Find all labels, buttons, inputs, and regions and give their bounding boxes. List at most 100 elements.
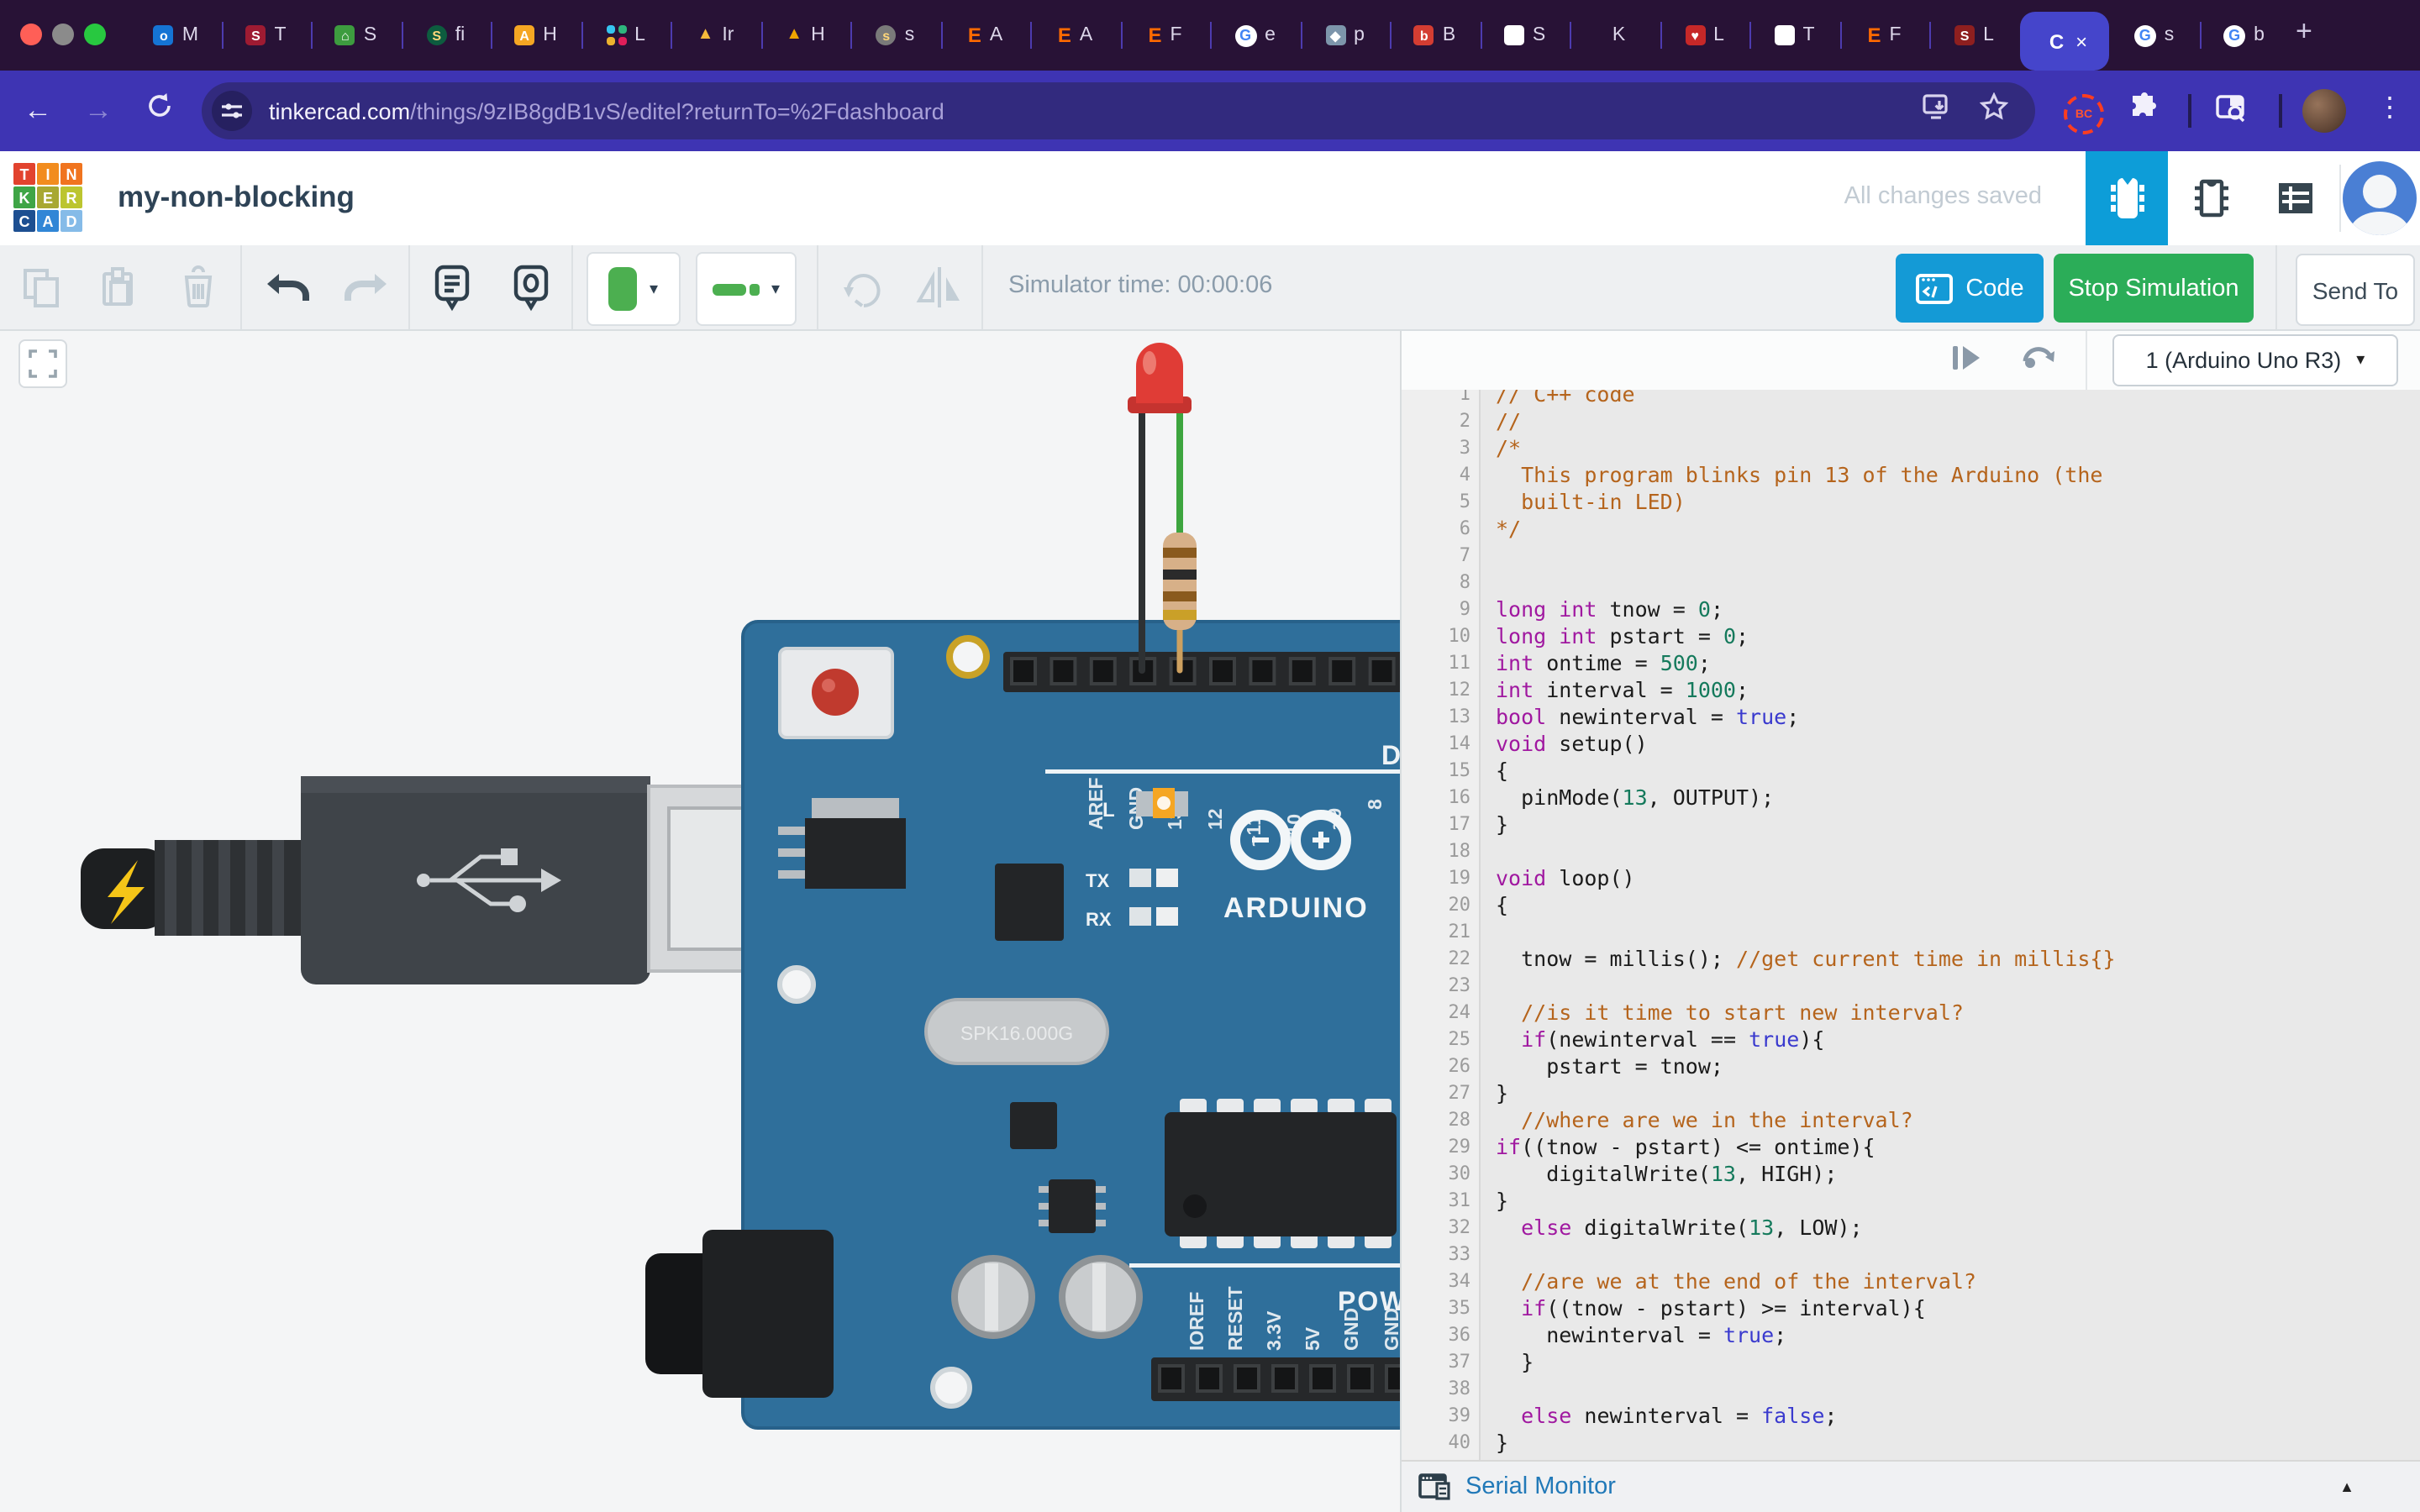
code-line-2[interactable]: 2// bbox=[1402, 408, 2420, 435]
code-line-18[interactable]: 18 bbox=[1402, 838, 2420, 865]
browser-tab-9[interactable]: EA bbox=[940, 0, 1030, 71]
step-button[interactable] bbox=[1948, 341, 1988, 378]
forward-button[interactable]: → bbox=[84, 91, 113, 131]
code-line-30[interactable]: 30 digitalWrite(13, HIGH); bbox=[1402, 1161, 2420, 1188]
extensions-puzzle-icon[interactable] bbox=[2128, 92, 2161, 134]
code-line-31[interactable]: 31} bbox=[1402, 1188, 2420, 1215]
component-labels-button[interactable] bbox=[506, 262, 556, 312]
power-pin-header[interactable] bbox=[1151, 1357, 1415, 1401]
code-button[interactable]: Code bbox=[1896, 254, 2044, 323]
code-line-32[interactable]: 32 else digitalWrite(13, LOW); bbox=[1402, 1215, 2420, 1242]
zoom-to-fit-button[interactable] bbox=[18, 339, 67, 388]
view-mode-schematic-button[interactable] bbox=[2170, 151, 2252, 245]
undo-button[interactable] bbox=[262, 262, 313, 312]
browser-tab-22[interactable]: Gs bbox=[2109, 0, 2199, 71]
serial-monitor-bar[interactable]: Serial Monitor ▲ bbox=[1402, 1460, 2420, 1512]
code-line-11[interactable]: 11int ontime = 500; bbox=[1402, 650, 2420, 677]
stop-simulation-button[interactable]: Stop Simulation bbox=[2054, 254, 2254, 323]
resistor[interactable] bbox=[1163, 533, 1197, 630]
code-line-23[interactable]: 23 bbox=[1402, 973, 2420, 1000]
code-line-3[interactable]: 3/* bbox=[1402, 435, 2420, 462]
code-line-19[interactable]: 19void loop() bbox=[1402, 865, 2420, 892]
mirror-button[interactable] bbox=[914, 262, 965, 312]
tab-search-icon[interactable] bbox=[2215, 92, 2249, 134]
code-line-33[interactable]: 33 bbox=[1402, 1242, 2420, 1268]
new-tab-button[interactable]: + bbox=[2296, 15, 2312, 49]
code-line-20[interactable]: 20{ bbox=[1402, 892, 2420, 919]
view-mode-breadboard-button[interactable] bbox=[2086, 151, 2168, 245]
url-text[interactable]: tinkercad.com/things/9zIB8gdB1vS/editel?… bbox=[269, 98, 1923, 123]
account-avatar[interactable] bbox=[2343, 161, 2417, 235]
browser-tab-5[interactable]: L bbox=[581, 0, 671, 71]
code-line-24[interactable]: 24 //is it time to start new interval? bbox=[1402, 1000, 2420, 1026]
code-line-38[interactable]: 38 bbox=[1402, 1376, 2420, 1403]
code-line-10[interactable]: 10long int pstart = 0; bbox=[1402, 623, 2420, 650]
code-line-40[interactable]: 40} bbox=[1402, 1430, 2420, 1457]
paste-button[interactable] bbox=[92, 262, 143, 312]
code-line-13[interactable]: 13bool newinterval = true; bbox=[1402, 704, 2420, 731]
code-line-39[interactable]: 39 else newinterval = false; bbox=[1402, 1403, 2420, 1430]
restart-simulation-button[interactable] bbox=[2018, 341, 2059, 378]
canvas-extension-icon[interactable]: BC bbox=[2064, 94, 2104, 134]
browser-tab-15[interactable]: S bbox=[1480, 0, 1570, 71]
browser-tab-11[interactable]: EF bbox=[1120, 0, 1210, 71]
code-line-36[interactable]: 36 newinterval = true; bbox=[1402, 1322, 2420, 1349]
back-button[interactable]: ← bbox=[24, 91, 52, 131]
code-line-5[interactable]: 5 built-in LED) bbox=[1402, 489, 2420, 516]
browser-tab-10[interactable]: EA bbox=[1030, 0, 1120, 71]
browser-tab-2[interactable]: ⌂S bbox=[311, 0, 401, 71]
browser-tab-23[interactable]: Gb bbox=[2199, 0, 2289, 71]
view-mode-list-button[interactable] bbox=[2254, 151, 2336, 245]
code-editor[interactable]: 1// C++ code2//3/*4 This program blinks … bbox=[1402, 390, 2420, 1462]
zoom-window-button[interactable] bbox=[84, 24, 106, 45]
code-line-7[interactable]: 7 bbox=[1402, 543, 2420, 570]
rotate-button[interactable] bbox=[837, 262, 887, 312]
delete-button[interactable] bbox=[173, 262, 224, 312]
code-line-15[interactable]: 15{ bbox=[1402, 758, 2420, 785]
code-line-16[interactable]: 16 pinMode(13, OUTPUT); bbox=[1402, 785, 2420, 811]
code-line-34[interactable]: 34 //are we at the end of the interval? bbox=[1402, 1268, 2420, 1295]
install-app-icon[interactable] bbox=[1923, 93, 1953, 129]
browser-tab-16[interactable]: K bbox=[1570, 0, 1660, 71]
code-line-26[interactable]: 26 pstart = tnow; bbox=[1402, 1053, 2420, 1080]
code-line-9[interactable]: 9long int tnow = 0; bbox=[1402, 596, 2420, 623]
browser-tab-8[interactable]: ss bbox=[850, 0, 940, 71]
browser-tab-0[interactable]: oM bbox=[131, 0, 221, 71]
collapse-panel-icon[interactable]: ▲ bbox=[2339, 1478, 2354, 1495]
reset-button[interactable] bbox=[780, 648, 892, 738]
code-line-21[interactable]: 21 bbox=[1402, 919, 2420, 946]
code-line-14[interactable]: 14void setup() bbox=[1402, 731, 2420, 758]
wire-style-dropdown[interactable]: ▾ bbox=[696, 252, 797, 326]
code-line-1[interactable]: 1// C++ code bbox=[1402, 390, 2420, 408]
code-line-8[interactable]: 8 bbox=[1402, 570, 2420, 596]
browser-tab-1[interactable]: ST bbox=[221, 0, 311, 71]
bookmark-star-icon[interactable] bbox=[1980, 92, 2008, 129]
browser-tab-18[interactable]: T bbox=[1749, 0, 1839, 71]
code-line-35[interactable]: 35 if((tnow - pstart) >= interval){ bbox=[1402, 1295, 2420, 1322]
reload-button[interactable] bbox=[145, 91, 175, 133]
browser-menu-icon[interactable]: ⋮ bbox=[2376, 91, 2403, 124]
code-line-17[interactable]: 17} bbox=[1402, 811, 2420, 838]
browser-tab-12[interactable]: Ge bbox=[1210, 0, 1300, 71]
code-line-37[interactable]: 37 } bbox=[1402, 1349, 2420, 1376]
browser-tab-7[interactable]: ▲H bbox=[760, 0, 850, 71]
notes-button[interactable] bbox=[427, 262, 477, 312]
code-line-28[interactable]: 28 //where are we in the interval? bbox=[1402, 1107, 2420, 1134]
minimize-window-button[interactable] bbox=[52, 24, 74, 45]
send-to-button[interactable]: Send To bbox=[2296, 254, 2415, 326]
design-title[interactable]: my-non-blocking bbox=[118, 180, 355, 215]
browser-tab-14[interactable]: bB bbox=[1390, 0, 1480, 71]
code-line-29[interactable]: 29if((tnow - pstart) <= ontime){ bbox=[1402, 1134, 2420, 1161]
copy-button[interactable] bbox=[17, 262, 67, 312]
browser-tab-6[interactable]: ▲Ir bbox=[671, 0, 760, 71]
browser-tab-3[interactable]: Sfi bbox=[401, 0, 491, 71]
code-line-6[interactable]: 6*/ bbox=[1402, 516, 2420, 543]
address-bar[interactable]: tinkercad.com/things/9zIB8gdB1vS/editel?… bbox=[202, 82, 2035, 139]
code-line-27[interactable]: 27} bbox=[1402, 1080, 2420, 1107]
tinkercad-logo[interactable]: TINKERCAD bbox=[13, 163, 82, 232]
code-line-4[interactable]: 4 This program blinks pin 13 of the Ardu… bbox=[1402, 462, 2420, 489]
site-settings-icon[interactable] bbox=[212, 91, 252, 131]
browser-tab-13[interactable]: ◆p bbox=[1300, 0, 1390, 71]
close-window-button[interactable] bbox=[20, 24, 42, 45]
redo-button[interactable] bbox=[341, 262, 392, 312]
